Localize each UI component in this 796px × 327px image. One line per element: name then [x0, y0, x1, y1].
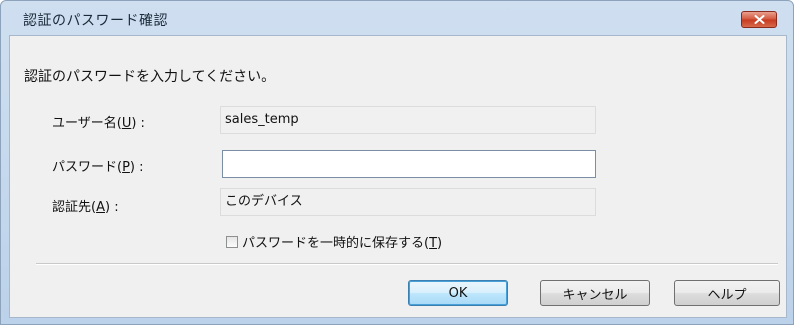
ok-button[interactable]: OK — [408, 280, 508, 306]
save-password-checkbox-row[interactable]: パスワードを一時的に保存する(T) — [226, 232, 442, 251]
password-input[interactable] — [222, 150, 596, 178]
save-password-label[interactable]: パスワードを一時的に保存する(T) — [242, 232, 442, 251]
button-separator — [36, 263, 778, 265]
password-label: パスワード(P) : — [52, 160, 144, 175]
cancel-button[interactable]: キャンセル — [540, 280, 650, 306]
dialog-body: 認証のパスワードを入力してください。 ユーザー名(U) : sales_temp… — [9, 35, 787, 318]
help-button[interactable]: ヘルプ — [674, 280, 780, 306]
dialog-window: 認証のパスワード確認 認証のパスワードを入力してください。 ユーザー名(U) :… — [0, 0, 794, 325]
prompt-text: 認証のパスワードを入力してください。 — [24, 69, 276, 85]
username-label: ユーザー名(U) : — [52, 116, 145, 131]
save-password-checkbox[interactable] — [226, 235, 238, 248]
close-icon — [754, 15, 765, 24]
title-bar[interactable]: 認証のパスワード確認 — [1, 1, 793, 35]
username-field: sales_temp — [220, 106, 596, 134]
destination-field: このデバイス — [220, 188, 596, 216]
destination-label: 認証先(A) : — [52, 200, 119, 215]
window-title: 認証のパスワード確認 — [23, 13, 168, 29]
close-button[interactable] — [741, 11, 777, 28]
